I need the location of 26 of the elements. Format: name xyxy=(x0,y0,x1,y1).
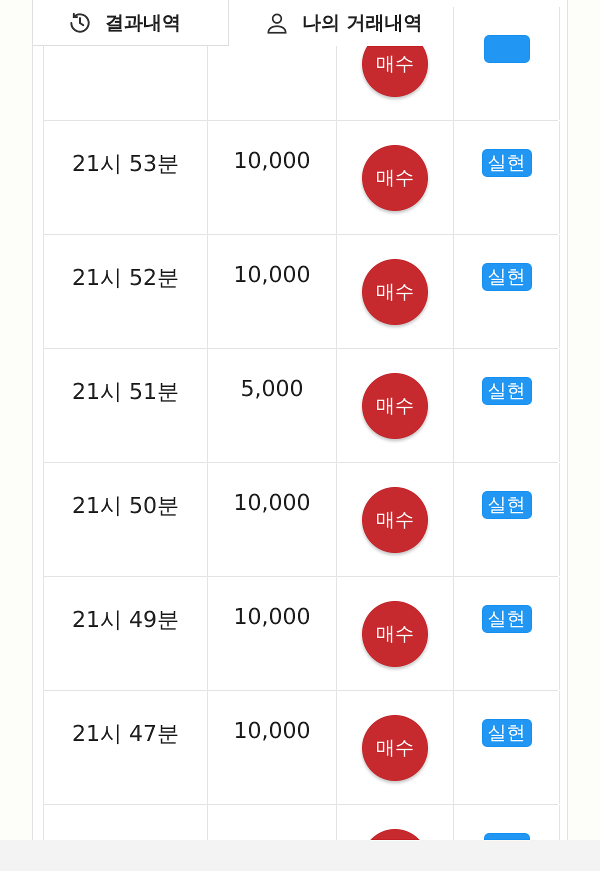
amount-text: 10,000 xyxy=(234,149,310,174)
time-text: 21시 50분 xyxy=(72,493,179,521)
amount-text: 10,000 xyxy=(234,263,310,288)
amount-text: 5,000 xyxy=(240,377,304,402)
result-badge: 실현 xyxy=(482,719,532,747)
time-text: 21시 49분 xyxy=(72,607,179,635)
result-badge: 실현 xyxy=(482,491,532,519)
buy-badge: 매수 xyxy=(362,715,428,781)
tab[interactable]: 결과내역 xyxy=(32,0,229,46)
result-badge: 실현 xyxy=(482,377,532,405)
buy-badge: 매수 xyxy=(362,259,428,325)
result-badge: 실현 xyxy=(482,605,532,633)
amount-text: 10,000 xyxy=(234,491,310,516)
time-text: 21시 53분 xyxy=(72,151,179,179)
amount-text: 10,000 xyxy=(234,719,310,744)
buy-badge: 매수 xyxy=(362,373,428,439)
result-badge: 실현 xyxy=(482,149,532,177)
time-text: 21시 51분 xyxy=(72,379,179,407)
buy-badge: 매수 xyxy=(362,487,428,553)
time-text: 21시 47분 xyxy=(72,721,179,749)
result-badge xyxy=(484,35,530,63)
time-text: 21시 52분 xyxy=(72,265,179,293)
amount-text: 10,000 xyxy=(234,605,310,630)
buy-badge: 매수 xyxy=(362,601,428,667)
result-badge: 실현 xyxy=(482,263,532,291)
buy-badge: 매수 xyxy=(362,145,428,211)
